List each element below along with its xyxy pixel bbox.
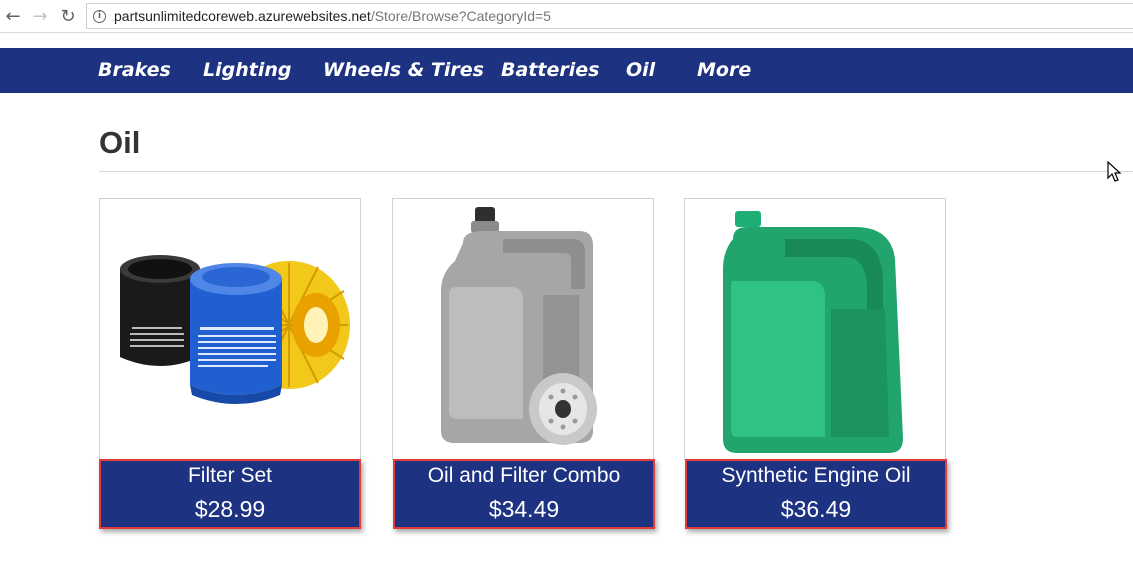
product-caption-oil-and-filter-combo[interactable]: Oil and Filter Combo $34.49 <box>393 459 655 529</box>
product-price: $36.49 <box>780 496 852 522</box>
url-path: /Store/Browse?CategoryId=5 <box>370 8 551 24</box>
nav-item-more[interactable]: More <box>697 48 751 93</box>
title-divider <box>99 171 1133 172</box>
oil-filter-set-image <box>120 255 350 404</box>
browser-toolbar: ← → ↻ i partsunlimitedcoreweb.azurewebsi… <box>0 0 1133 33</box>
oil-and-filter-combo-image <box>441 207 597 445</box>
product-card-filter-set[interactable] <box>99 198 361 460</box>
reload-icon[interactable]: ↻ <box>57 5 79 27</box>
nav-item-batteries[interactable]: Batteries <box>501 48 599 93</box>
address-bar[interactable]: i partsunlimitedcoreweb.azurewebsites.ne… <box>86 3 1133 29</box>
back-arrow-icon[interactable]: ← <box>2 5 24 27</box>
nav-item-brakes[interactable]: Brakes <box>98 48 171 93</box>
product-name: Filter Set <box>187 464 273 487</box>
forward-arrow-icon[interactable]: → <box>29 5 51 27</box>
nav-item-oil[interactable]: Oil <box>626 48 655 93</box>
nav-item-wheels-tires[interactable]: Wheels & Tires <box>323 48 484 93</box>
product-price: $28.99 <box>194 496 266 522</box>
mouse-pointer-icon <box>1107 161 1122 182</box>
category-nav-bar: Brakes Lighting Wheels & Tires Batteries… <box>0 48 1133 93</box>
product-card-oil-and-filter-combo[interactable] <box>392 198 654 460</box>
product-caption-synthetic-engine-oil[interactable]: Synthetic Engine Oil $36.49 <box>685 459 947 529</box>
nav-item-lighting[interactable]: Lighting <box>203 48 291 93</box>
info-icon[interactable]: i <box>93 9 106 23</box>
product-name: Synthetic Engine Oil <box>721 464 911 487</box>
product-price: $34.49 <box>488 496 560 522</box>
product-name: Oil and Filter Combo <box>427 464 621 487</box>
page-title: Oil <box>99 125 141 160</box>
product-card-synthetic-engine-oil[interactable] <box>684 198 946 460</box>
product-caption-filter-set[interactable]: Filter Set $28.99 <box>99 459 361 529</box>
synthetic-engine-oil-image <box>723 211 903 453</box>
url-host: partsunlimitedcoreweb.azurewebsites.net <box>114 8 371 24</box>
